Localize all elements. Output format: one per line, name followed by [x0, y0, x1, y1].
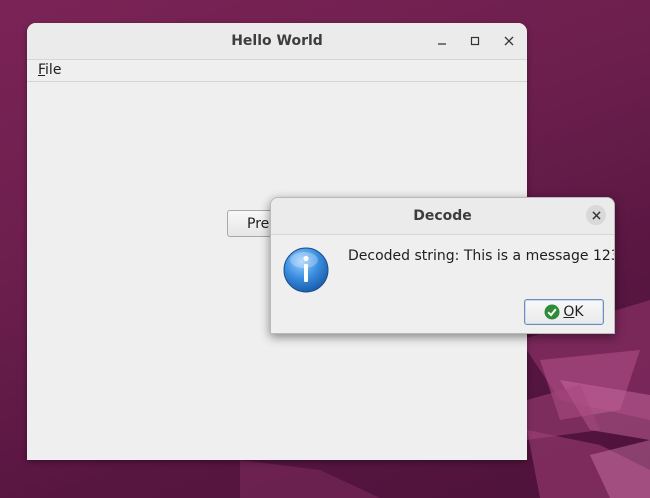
ok-mnemonic: O — [563, 304, 575, 320]
close-button[interactable] — [499, 31, 519, 51]
menu-file[interactable]: File — [37, 62, 62, 78]
close-icon — [504, 36, 514, 46]
dialog-message: Decoded string: This is a message 123 — [348, 248, 615, 264]
check-circle-icon — [544, 304, 560, 320]
dialog-titlebar[interactable]: Decode — [271, 198, 614, 235]
main-window-title: Hello World — [231, 33, 323, 49]
minimize-icon — [438, 43, 446, 45]
dialog-close-button[interactable] — [586, 205, 606, 225]
decode-dialog: Decode Decoded string: This is a message… — [270, 197, 615, 334]
main-titlebar[interactable]: Hello World — [27, 23, 527, 60]
menu-file-mnemonic: F — [38, 62, 46, 78]
menubar: File — [27, 60, 527, 82]
ok-label-rest: K — [574, 304, 584, 320]
main-action-button-label: Pre — [247, 216, 270, 232]
ok-button[interactable]: OK — [524, 299, 604, 325]
maximize-button[interactable] — [465, 31, 485, 51]
maximize-icon — [470, 36, 480, 46]
close-icon — [591, 210, 601, 220]
minimize-button[interactable] — [432, 31, 452, 51]
info-icon — [283, 247, 329, 293]
menu-file-label: ile — [45, 62, 62, 78]
ok-button-label: OK — [563, 304, 583, 320]
dialog-title: Decode — [413, 208, 472, 224]
